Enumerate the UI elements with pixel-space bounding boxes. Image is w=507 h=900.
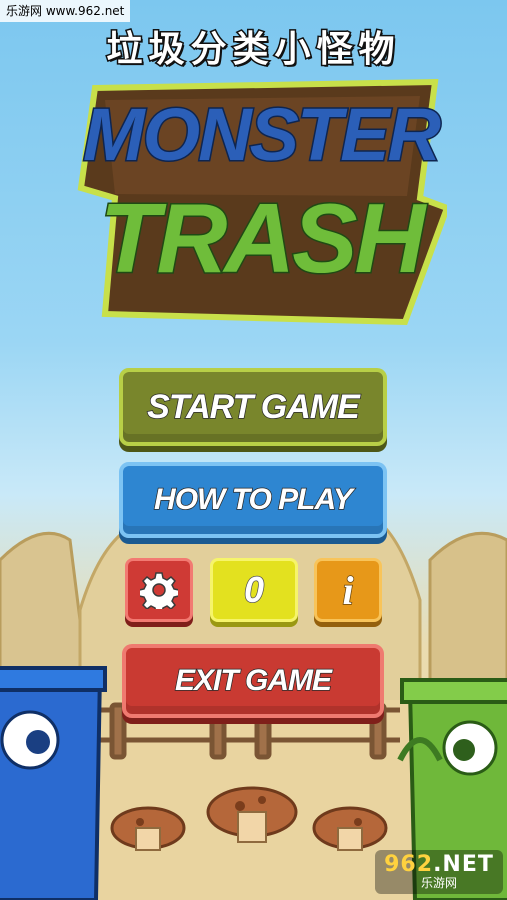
start-game-button[interactable]: START GAME: [119, 368, 387, 446]
game-main-menu: 垃圾分类小怪物 MONSTER TRASH START GAME HOW TO …: [0, 0, 507, 900]
how-to-play-button[interactable]: HOW TO PLAY: [119, 462, 387, 538]
watermark-top: 乐游网 www.962.net: [0, 0, 131, 22]
blue-monster-bin: [0, 666, 107, 900]
exit-game-button[interactable]: EXIT GAME: [122, 644, 384, 718]
info-button[interactable]: i: [314, 558, 382, 622]
watermark-logo-main: 962: [384, 852, 434, 877]
gear-icon: [140, 572, 178, 609]
logo-word-monster: MONSTER: [82, 92, 443, 178]
score-display: 0: [210, 558, 298, 622]
game-logo: MONSTER TRASH: [75, 78, 447, 326]
watermark-logo-suffix: .NET: [433, 852, 494, 877]
settings-button[interactable]: [125, 558, 193, 622]
game-title-cn: 垃圾分类小怪物: [105, 27, 401, 72]
watermark-bottom: 962.NET 乐游网: [375, 850, 503, 894]
watermark-sub: 乐游网: [420, 876, 457, 890]
watermark-logo: 962.NET: [384, 854, 494, 876]
logo-word-trash: TRASH: [98, 182, 427, 295]
